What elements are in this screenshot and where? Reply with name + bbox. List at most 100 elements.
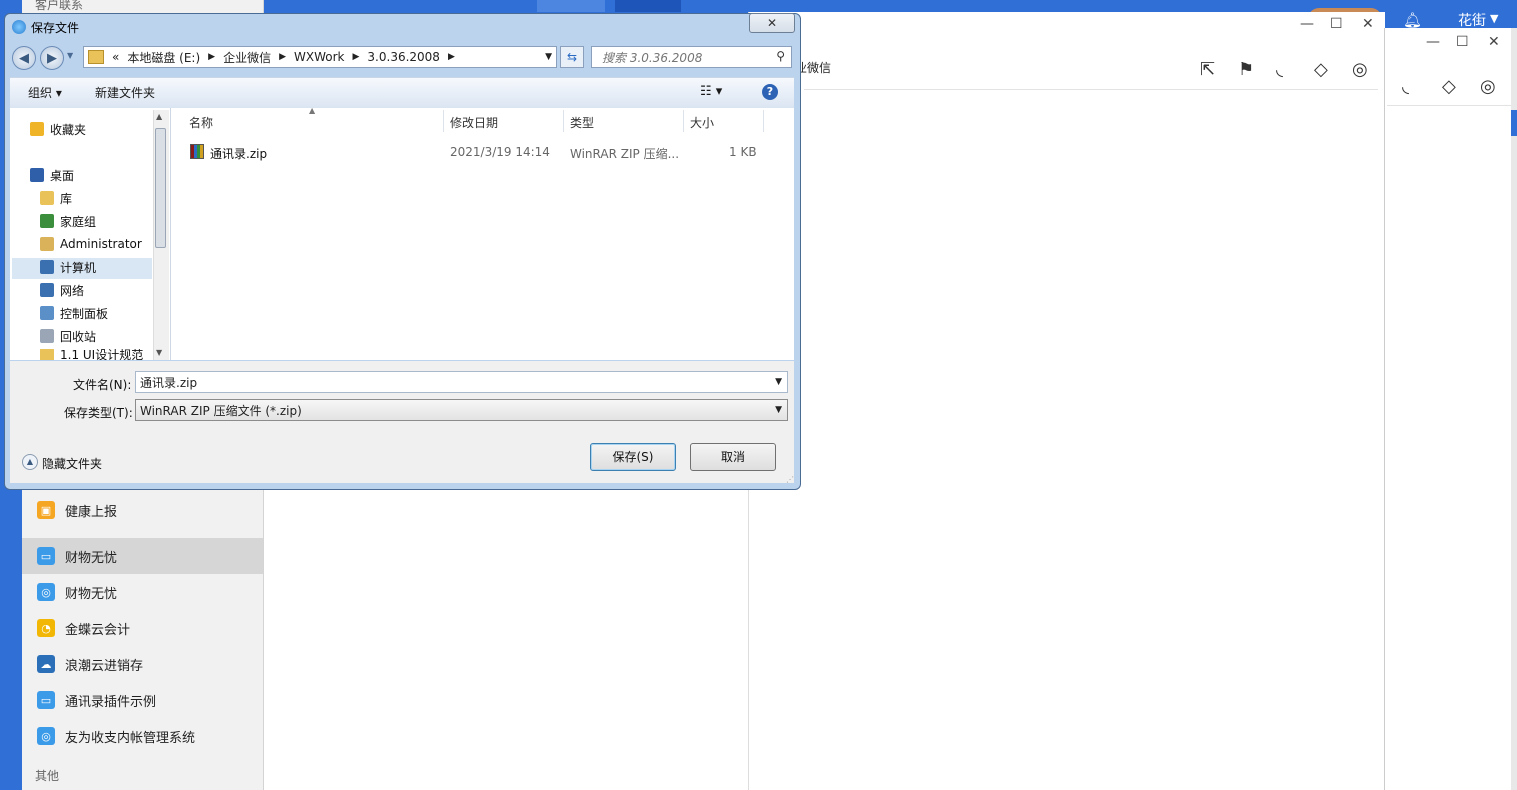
help-icon[interactable]: ?: [762, 84, 778, 100]
forward-arrow-icon[interactable]: ▶: [40, 46, 64, 70]
hide-folders-label[interactable]: 隐藏文件夹: [42, 455, 102, 472]
breadcrumb-prefix[interactable]: «: [112, 50, 119, 64]
breadcrumb-separator-icon[interactable]: ▶: [208, 52, 215, 62]
user-name[interactable]: 花街: [1458, 10, 1486, 30]
scroll-down-icon[interactable]: ▼: [156, 348, 162, 357]
column-separator[interactable]: [763, 110, 764, 132]
filetype-value[interactable]: WinRAR ZIP 压缩文件 (*.zip): [140, 402, 302, 419]
file-size: 1 KB: [729, 145, 757, 159]
nav-item[interactable]: Administrator: [40, 234, 142, 254]
organize-button[interactable]: 组织 ▾: [28, 84, 62, 101]
minimize-icon-2[interactable]: —: [1426, 34, 1440, 50]
sidebar-app-item[interactable]: ◔ 金蝶云会计: [22, 610, 263, 646]
flag-icon[interactable]: ⚑: [1238, 59, 1254, 80]
filename-dropdown-icon[interactable]: ▼: [775, 377, 782, 387]
nav-item[interactable]: 收藏夹: [30, 119, 86, 139]
column-header-size[interactable]: 大小: [690, 114, 714, 131]
dialog-title: 保存文件: [31, 21, 80, 35]
breadcrumb-item[interactable]: WXWork: [294, 50, 344, 64]
file-row[interactable]: 通讯录.zip 2021/3/19 14:14 WinRAR ZIP 压缩...…: [188, 140, 788, 164]
breadcrumb-item[interactable]: 本地磁盘 (E:): [127, 49, 200, 66]
nav-item[interactable]: 桌面: [30, 165, 74, 185]
breadcrumb-separator-icon[interactable]: ▶: [448, 52, 455, 62]
file-type: WinRAR ZIP 压缩...: [570, 147, 680, 161]
column-header-date[interactable]: 修改日期: [450, 114, 498, 131]
column-header-name[interactable]: 名称: [189, 114, 213, 131]
file-name[interactable]: 通讯录.zip: [210, 145, 267, 162]
app-icon: ☁: [37, 655, 55, 673]
cancel-button[interactable]: 取消: [690, 443, 776, 471]
nav-item[interactable]: 计算机: [40, 257, 96, 277]
close-icon[interactable]: ✕: [1362, 16, 1374, 32]
app-icon: ▭: [37, 691, 55, 709]
filetype-label: 保存类型(T):: [64, 406, 133, 420]
sidebar-app-item[interactable]: ▭ 财物无忧: [22, 538, 263, 574]
app-icon: ◔: [37, 619, 55, 637]
column-separator[interactable]: [563, 110, 564, 132]
bell-icon[interactable]: 🔔︎: [1403, 11, 1422, 29]
nav-scrollbar-thumb[interactable]: [155, 128, 166, 248]
cube-icon[interactable]: ◇: [1314, 59, 1328, 80]
nav-item[interactable]: 回收站: [40, 326, 96, 346]
resize-grip-icon[interactable]: ⋰: [786, 475, 794, 484]
maximize-icon[interactable]: ☐: [1330, 16, 1343, 32]
filetype-select[interactable]: WinRAR ZIP 压缩文件 (*.zip) ▼: [135, 399, 788, 421]
sidebar-app-item[interactable]: ☁ 浪潮云进销存: [22, 646, 263, 682]
nav-item[interactable]: 1.1 UI设计规范: [40, 349, 143, 360]
filetype-dropdown-icon[interactable]: ▼: [775, 405, 782, 415]
breadcrumb-separator-icon[interactable]: ▶: [353, 52, 360, 62]
right-scrollbar[interactable]: [1511, 28, 1517, 790]
breadcrumb-separator-icon[interactable]: ▶: [279, 52, 286, 62]
rss-icon-2[interactable]: ◟: [1402, 76, 1409, 97]
nav-item[interactable]: 家庭组: [40, 211, 96, 231]
recent-dropdown-icon[interactable]: ▼: [67, 51, 73, 60]
top-tab-2[interactable]: [615, 0, 681, 12]
nav-item-label: 收藏夹: [50, 122, 87, 137]
sidebar-app-item[interactable]: ▣ 健康上报: [22, 492, 263, 528]
column-header-type[interactable]: 类型: [570, 114, 594, 131]
nav-item[interactable]: 库: [40, 188, 72, 208]
nav-item-label: 家庭组: [60, 214, 97, 229]
sidebar-app-item[interactable]: ▭ 通讯录插件示例: [22, 682, 263, 718]
new-folder-button[interactable]: 新建文件夹: [95, 84, 155, 101]
cube-icon-2[interactable]: ◇: [1442, 76, 1456, 97]
nav-item[interactable]: 网络: [40, 280, 84, 300]
address-bar[interactable]: « 本地磁盘 (E:) ▶ 企业微信 ▶ WXWork ▶ 3.0.36.200…: [83, 46, 557, 68]
sidebar-app-item[interactable]: ◎ 财物无忧: [22, 574, 263, 610]
sidebar-app-item[interactable]: ◎ 友为收支内帐管理系统: [22, 718, 263, 754]
scroll-up-icon[interactable]: ▲: [156, 112, 162, 121]
breadcrumb-item[interactable]: 3.0.36.2008: [367, 50, 440, 64]
top-tab-1[interactable]: [537, 0, 605, 12]
minimize-icon[interactable]: —: [1300, 16, 1314, 32]
browser-icon[interactable]: ◎: [1352, 59, 1368, 80]
folder-icon: [40, 349, 54, 360]
file-date: 2021/3/19 14:14: [450, 145, 550, 159]
nav-item-label: Administrator: [60, 237, 142, 251]
nav-item-label: 网络: [60, 283, 85, 298]
browser-icon-2[interactable]: ◎: [1480, 76, 1496, 97]
library-icon: [40, 191, 54, 205]
search-icon[interactable]: ⚲: [776, 49, 785, 63]
view-options-icon[interactable]: ☷ ▾: [700, 84, 722, 99]
share-icon[interactable]: ⇱: [1200, 59, 1215, 80]
search-input[interactable]: [600, 48, 774, 68]
filename-field[interactable]: 通讯录.zip ▼: [135, 371, 788, 393]
refresh-icon[interactable]: ⇆: [560, 46, 584, 68]
search-box[interactable]: ⚲: [591, 46, 792, 68]
app-sub-window: [748, 12, 1385, 790]
column-separator[interactable]: [683, 110, 684, 132]
back-arrow-icon[interactable]: ◀: [12, 46, 36, 70]
user-menu-chevron-icon[interactable]: ▼: [1490, 12, 1498, 25]
save-button[interactable]: 保存(S): [590, 443, 676, 471]
rss-icon[interactable]: ◟: [1276, 59, 1283, 80]
hide-folders-toggle-icon[interactable]: ▲: [22, 454, 38, 470]
nav-item-label: 1.1 UI设计规范: [60, 349, 144, 360]
maximize-icon-2[interactable]: ☐: [1456, 34, 1469, 50]
filename-value[interactable]: 通讯录.zip: [140, 374, 197, 391]
column-separator[interactable]: [443, 110, 444, 132]
dialog-close-button[interactable]: ✕: [749, 13, 795, 33]
nav-item[interactable]: 控制面板: [40, 303, 108, 323]
close-icon-2[interactable]: ✕: [1488, 34, 1500, 50]
address-dropdown-icon[interactable]: ▼: [545, 52, 552, 62]
breadcrumb-item[interactable]: 企业微信: [223, 49, 271, 66]
